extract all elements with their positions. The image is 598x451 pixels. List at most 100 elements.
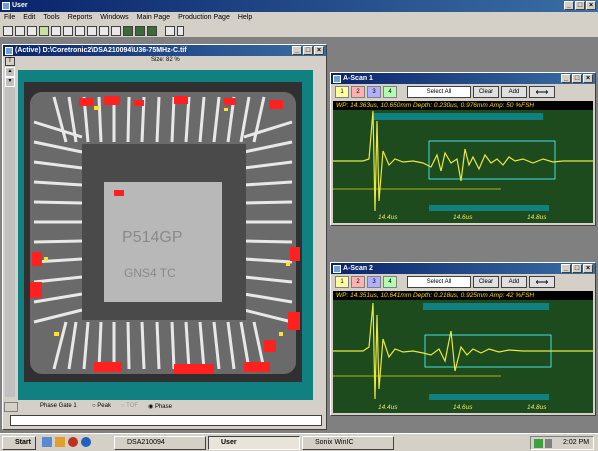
gate-tool-icon[interactable] <box>63 26 73 36</box>
app-title: User <box>12 2 28 9</box>
save-icon[interactable] <box>99 26 109 36</box>
maximize-button[interactable]: □ <box>575 1 585 10</box>
bscan-view-icon[interactable] <box>135 26 145 36</box>
cscan-input-field[interactable] <box>10 415 322 426</box>
quicklaunch-media-icon[interactable] <box>68 437 78 447</box>
print-icon[interactable] <box>111 26 121 36</box>
cscan-status-panel: Phase Gate 1 ○ Peak ○ TOF ◉ Phase <box>4 400 326 428</box>
cscan-minimize-button[interactable]: _ <box>292 46 302 55</box>
chip-marking-2: GNS4 TC <box>124 266 176 280</box>
radio-phase[interactable]: ◉ Phase <box>148 403 172 410</box>
ascan2-add-button[interactable]: Add <box>501 276 527 288</box>
cscan-titlebar: (Active) D:\Coretronic2\DSA210094\U36-75… <box>3 45 326 56</box>
ascan1-tick-3: 14.8us <box>527 214 547 221</box>
ascan2-minimize-button[interactable]: _ <box>561 264 571 273</box>
ascan2-plot[interactable]: WP: 14.351us, 10.641mm Depth: 0.218us, 0… <box>333 291 593 413</box>
minimize-button[interactable]: _ <box>564 1 574 10</box>
task-sonix-winic[interactable]: Sonix WinIC <box>302 436 394 450</box>
ascan-view-icon[interactable] <box>123 26 133 36</box>
pan-tool-icon[interactable] <box>27 26 37 36</box>
cscan-close-button[interactable]: × <box>314 46 324 55</box>
menu-main-page[interactable]: Main Page <box>133 12 174 24</box>
ascan2-gate-1-button[interactable]: 1 <box>335 276 349 288</box>
radio-tof[interactable]: ○ TOF <box>121 403 138 410</box>
grid-tool-icon[interactable] <box>39 26 49 36</box>
ascan2-expand-icon[interactable]: ⟷ <box>529 276 555 288</box>
crosshair-tool-icon[interactable] <box>75 26 85 36</box>
ascan1-gate-1-button[interactable]: 1 <box>335 86 349 98</box>
quicklaunch-desktop-icon[interactable] <box>42 437 52 447</box>
layout-icon[interactable] <box>165 26 175 36</box>
ascan1-window-icon <box>333 75 341 83</box>
ascan2-tick-2: 14.6us <box>453 404 473 411</box>
vertical-scrollbar[interactable]: ▲ ▼ <box>5 67 15 397</box>
menu-production-page[interactable]: Production Page <box>174 12 234 24</box>
ascan2-gate-4-button[interactable]: 4 <box>383 276 397 288</box>
select-tool-icon[interactable] <box>3 26 13 36</box>
ascan1-maximize-button[interactable]: □ <box>572 74 582 83</box>
task-dsa210094[interactable]: DSA210094 <box>114 436 206 450</box>
size-label: Size: 82 % <box>151 57 180 63</box>
gate-selector-box[interactable] <box>4 402 18 412</box>
ascan1-clear-button[interactable]: Clear <box>473 86 499 98</box>
ascan1-select-all-button[interactable]: Select All <box>407 86 471 98</box>
ascan1-toolbar: 1 2 3 4 Select All Clear Add ⟷ <box>335 86 555 100</box>
ascan1-trace <box>333 110 593 223</box>
close-button[interactable]: × <box>586 1 596 10</box>
phase-gate-label: Phase Gate 1 <box>40 403 77 409</box>
ascan2-window-icon <box>333 265 341 273</box>
tray-volume-icon[interactable] <box>545 439 552 448</box>
task-user[interactable]: User <box>208 436 300 450</box>
ascan2-gate-3-button[interactable]: 3 <box>367 276 381 288</box>
ascan2-titlebar: A-Scan 2 _ □ × <box>331 263 595 274</box>
ascan1-gate-box <box>428 140 556 180</box>
ascan1-add-button[interactable]: Add <box>501 86 527 98</box>
ascan1-plot[interactable]: WP: 14.363us, 10.650mm Depth: 0.230us, 0… <box>333 101 593 223</box>
ascan1-tick-2: 14.6us <box>453 214 473 221</box>
cscan-image[interactable]: P514GP GNS4 TC <box>24 82 302 382</box>
ascan2-gate-2-button[interactable]: 2 <box>351 276 365 288</box>
radio-peak-label: Peak <box>97 403 111 409</box>
tray-network-icon[interactable] <box>534 439 543 448</box>
system-tray: 2:02 PM <box>530 436 594 450</box>
ascan2-tick-1: 14.4us <box>378 404 398 411</box>
cscan-window-icon <box>5 47 13 55</box>
quicklaunch-browser-icon[interactable] <box>81 437 91 447</box>
radio-phase-label: Phase <box>154 404 172 410</box>
menu-edit[interactable]: Edit <box>19 12 39 24</box>
ascan1-minimize-button[interactable]: _ <box>561 74 571 83</box>
clock: 2:02 PM <box>563 439 590 446</box>
ascan2-maximize-button[interactable]: □ <box>572 264 582 273</box>
cscan-view-icon[interactable] <box>147 26 157 36</box>
menu-tools[interactable]: Tools <box>39 12 63 24</box>
ascan2-select-all-button[interactable]: Select All <box>407 276 471 288</box>
ascan1-expand-icon[interactable]: ⟷ <box>529 86 555 98</box>
scroll-down-icon[interactable]: ▼ <box>5 77 15 87</box>
start-label: Start <box>15 439 31 446</box>
menu-reports[interactable]: Reports <box>64 12 97 24</box>
cscan-maximize-button[interactable]: □ <box>303 46 313 55</box>
menu-help[interactable]: Help <box>234 12 256 24</box>
layout-dropdown-icon[interactable] <box>177 26 184 36</box>
ascan1-close-button[interactable]: × <box>583 74 593 83</box>
ascan2-close-button[interactable]: × <box>583 264 593 273</box>
toggle-t-button[interactable]: T <box>5 57 15 66</box>
ruler-tool-icon[interactable] <box>87 26 97 36</box>
ascan1-title: A-Scan 1 <box>343 75 373 82</box>
ascan1-gate-2-button[interactable]: 2 <box>351 86 365 98</box>
quicklaunch-explorer-icon[interactable] <box>55 437 65 447</box>
start-button[interactable]: Start <box>2 436 36 450</box>
zoom-tool-icon[interactable] <box>15 26 25 36</box>
ascan1-gate-4-button[interactable]: 4 <box>383 86 397 98</box>
ascan1-gate-3-button[interactable]: 3 <box>367 86 381 98</box>
measure-tool-icon[interactable] <box>51 26 61 36</box>
scroll-up-icon[interactable]: ▲ <box>5 67 15 77</box>
menu-windows[interactable]: Windows <box>96 12 132 24</box>
ascan2-title: A-Scan 2 <box>343 265 373 272</box>
ascan2-tick-3: 14.8us <box>527 404 547 411</box>
menu-file[interactable]: File <box>0 12 19 24</box>
chip-marking: P514GP <box>122 229 182 246</box>
radio-peak[interactable]: ○ Peak <box>92 403 111 410</box>
ascan2-toolbar: 1 2 3 4 Select All Clear Add ⟷ <box>335 276 555 290</box>
ascan2-clear-button[interactable]: Clear <box>473 276 499 288</box>
